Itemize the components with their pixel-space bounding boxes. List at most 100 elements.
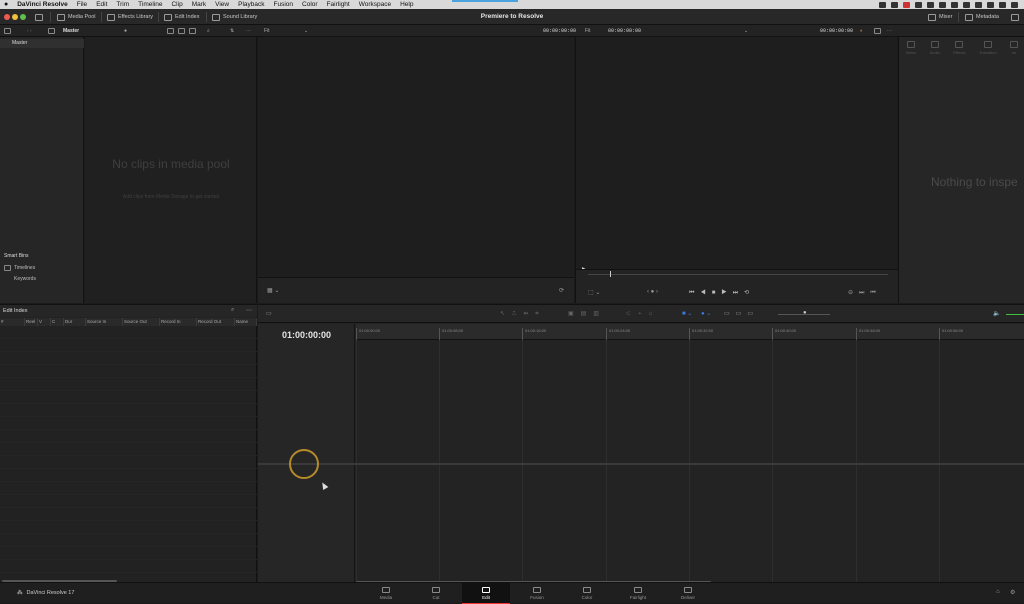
table-row[interactable]: [0, 561, 257, 573]
col-v[interactable]: V: [38, 318, 51, 326]
video-audio-divider[interactable]: [258, 463, 1024, 465]
transport-controls[interactable]: ⏮◀■▶⏭⟲: [689, 289, 755, 297]
tray-icon[interactable]: [879, 1, 886, 8]
col-record-out[interactable]: Record Out: [197, 318, 235, 326]
page-cut[interactable]: Cut: [412, 583, 460, 604]
edit-mode-tools[interactable]: ↖⎍⇹⌗: [500, 310, 546, 318]
table-row[interactable]: [0, 522, 257, 534]
table-row[interactable]: [0, 509, 257, 521]
bin-list-toggle[interactable]: [4, 27, 11, 35]
page-color[interactable]: Color: [563, 583, 611, 604]
search-icon[interactable]: ⌕: [231, 307, 234, 314]
view-mode-icons[interactable]: [167, 27, 196, 35]
tray-icon[interactable]: [975, 1, 982, 8]
snap-link-tools[interactable]: ⊂⌁⌂: [626, 310, 659, 317]
zoom-mode-icons[interactable]: ▭▭▭: [724, 310, 759, 317]
back-forward-buttons[interactable]: ‹ ›: [27, 27, 32, 35]
col-record-in[interactable]: Record In: [160, 318, 197, 326]
table-row[interactable]: [0, 327, 257, 339]
tray-icon[interactable]: [891, 1, 898, 8]
table-row[interactable]: [0, 535, 257, 547]
flag-color-picker[interactable]: ■ ⌄: [682, 310, 692, 317]
page-media[interactable]: Media: [362, 583, 410, 604]
menu-fusion[interactable]: Fusion: [274, 1, 294, 8]
safe-area-icon[interactable]: ▦ ⌄: [267, 287, 279, 294]
tab-image[interactable]: Im: [1010, 41, 1019, 61]
menu-timeline[interactable]: Timeline: [138, 1, 162, 8]
tray-icon[interactable]: [999, 1, 1006, 8]
tray-icon[interactable]: [903, 1, 910, 8]
more-options-icon[interactable]: ⋯: [246, 307, 252, 314]
table-row[interactable]: [0, 405, 257, 417]
menu-help[interactable]: Help: [400, 1, 413, 8]
page-deliver[interactable]: Deliver: [664, 583, 712, 604]
menu-mark[interactable]: Mark: [192, 1, 206, 8]
table-row[interactable]: [0, 457, 257, 469]
page-fusion[interactable]: Fusion: [513, 583, 561, 604]
tray-icon[interactable]: [963, 1, 970, 8]
smart-bin-timelines[interactable]: Timelines: [0, 265, 84, 271]
more-options-icon[interactable]: ⋯: [246, 27, 251, 35]
master-bin[interactable]: Master: [0, 39, 84, 48]
menu-color[interactable]: Color: [302, 1, 318, 8]
menu-file[interactable]: File: [77, 1, 87, 8]
tray-icon[interactable]: [987, 1, 994, 8]
col-dur[interactable]: Dur: [64, 318, 86, 326]
table-row[interactable]: [0, 444, 257, 456]
table-row[interactable]: [0, 392, 257, 404]
table-row[interactable]: [0, 548, 257, 560]
table-row[interactable]: [0, 353, 257, 365]
playhead-sync-icon[interactable]: ◐: [860, 27, 863, 35]
speaker-icon[interactable]: 🔈: [993, 310, 1000, 317]
smart-bin-keywords[interactable]: Keywords: [0, 276, 84, 282]
tray-icon[interactable]: [939, 1, 946, 8]
transform-tool-icon[interactable]: ⬚ ⌄: [588, 289, 600, 296]
volume-slider[interactable]: [1006, 314, 1024, 315]
table-row[interactable]: [0, 340, 257, 352]
tray-icon[interactable]: [915, 1, 922, 8]
col-reel[interactable]: Reel: [25, 318, 38, 326]
timeline-viewer[interactable]: ▶ ⬚ ⌄ ‹ ● › ⏮◀■▶⏭⟲ ⊖⏭⏮: [575, 37, 898, 303]
table-row[interactable]: [0, 379, 257, 391]
project-manager-icon[interactable]: ⌂: [996, 589, 1000, 595]
inspector-button[interactable]: [1011, 9, 1019, 25]
timeline-select-chevron[interactable]: ⌄: [744, 27, 748, 35]
jog-control[interactable]: ‹ ● ›: [647, 289, 658, 295]
table-row[interactable]: [0, 483, 257, 495]
col-number[interactable]: #: [0, 318, 25, 326]
metadata-button[interactable]: Metadata: [965, 9, 999, 25]
table-row[interactable]: [0, 470, 257, 482]
scrubber-playhead[interactable]: [610, 271, 611, 277]
col-source-in[interactable]: Source In: [86, 318, 123, 326]
source-zoom-select[interactable]: Fit: [264, 27, 270, 35]
marker-color-picker[interactable]: ● ⌄: [701, 310, 711, 317]
media-pool-area[interactable]: No clips in media pool Add clips from Me…: [85, 37, 257, 303]
table-row[interactable]: [0, 418, 257, 430]
col-source-out[interactable]: Source Out: [123, 318, 160, 326]
table-row[interactable]: [0, 366, 257, 378]
page-fairlight[interactable]: Fairlight: [614, 583, 662, 604]
timeline-ruler[interactable]: 01:00:00:00 01:00:08:00 01:00:16:00 01:0…: [356, 324, 1024, 340]
timeline-view-options-icon[interactable]: ▭: [266, 310, 272, 317]
menu-playback[interactable]: Playback: [238, 1, 264, 8]
menu-trim[interactable]: Trim: [116, 1, 129, 8]
insert-overwrite-tools[interactable]: ▣▤▥: [568, 310, 606, 317]
source-viewer[interactable]: ▦ ⌄ ⟳: [258, 37, 574, 303]
bin-grid-icon[interactable]: [48, 27, 55, 35]
scrubber-track[interactable]: [588, 274, 888, 275]
menu-view[interactable]: View: [215, 1, 229, 8]
source-clip-select[interactable]: ⌄: [304, 27, 308, 35]
col-c[interactable]: C: [51, 318, 64, 326]
col-name[interactable]: Name: [235, 318, 257, 326]
table-row[interactable]: [0, 496, 257, 508]
page-edit[interactable]: Edit: [462, 583, 510, 604]
tray-icon[interactable]: [1011, 1, 1018, 8]
tray-icon[interactable]: [927, 1, 934, 8]
settings-gear-icon[interactable]: ⚙: [1010, 589, 1015, 596]
search-icon[interactable]: ⌕: [207, 27, 210, 35]
menu-workspace[interactable]: Workspace: [359, 1, 391, 8]
program-zoom-select[interactable]: Fit: [585, 27, 591, 35]
tab-video[interactable]: Video: [906, 41, 916, 61]
apple-menu-icon[interactable]: ●: [4, 1, 8, 8]
menu-clip[interactable]: Clip: [171, 1, 182, 8]
